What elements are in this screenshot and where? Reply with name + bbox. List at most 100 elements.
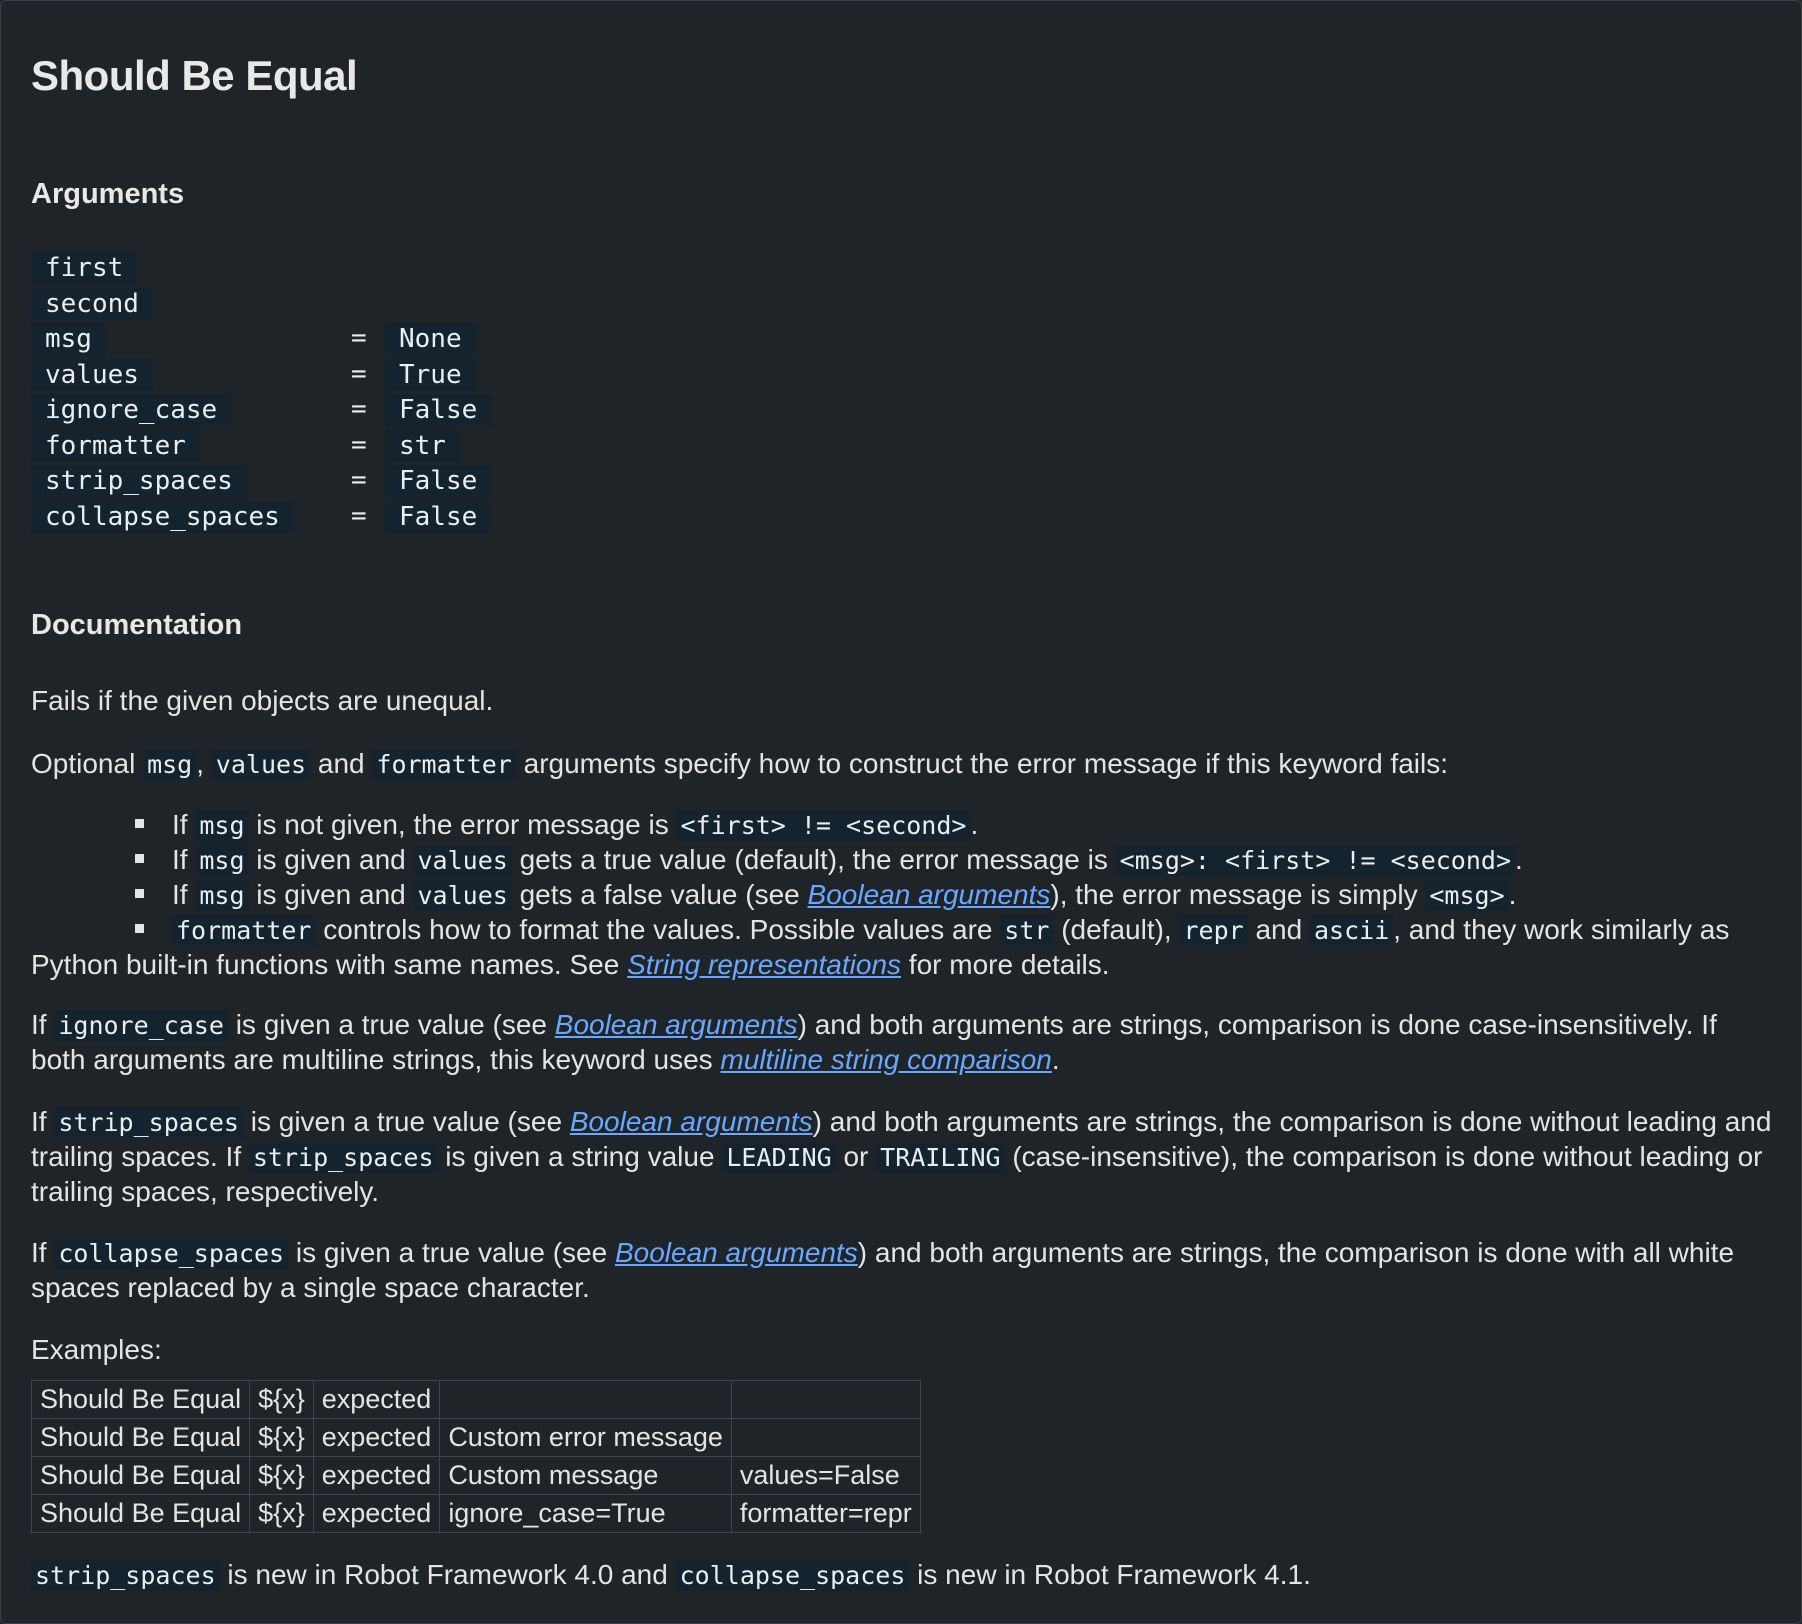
- string-representations-link[interactable]: String representations: [627, 949, 901, 980]
- argument-equals: =: [351, 500, 367, 531]
- argument-equals: =: [351, 394, 367, 424]
- text: and: [310, 748, 373, 779]
- list-item: If msg is given and values gets a true v…: [103, 843, 1802, 878]
- table-row: Should Be Equal ${x} expected ignore_cas…: [30, 1494, 921, 1533]
- code-strip-spaces: strip_spaces: [54, 1107, 243, 1138]
- table-cell: Should Be Equal: [30, 1494, 251, 1533]
- text: is given a true value (see: [227, 1009, 555, 1040]
- argument-name: first: [31, 252, 138, 284]
- text: is given and: [248, 879, 414, 910]
- argument-default: False: [385, 394, 492, 426]
- table-cell: [730, 1380, 921, 1419]
- table-cell: Should Be Equal: [30, 1456, 251, 1495]
- text: gets a false value (see: [511, 879, 808, 910]
- argument-name: values: [31, 358, 153, 391]
- bullet-marker: [135, 819, 144, 829]
- argument-name: strip_spaces: [31, 465, 247, 497]
- argument-equals: =: [351, 358, 367, 389]
- text: .: [970, 809, 979, 840]
- code-repr: repr: [1179, 915, 1248, 946]
- text: is given and: [248, 844, 414, 875]
- documentation-heading: Documentation: [31, 609, 243, 641]
- text: (default),: [1053, 914, 1180, 945]
- text: and: [1247, 914, 1310, 945]
- table-cell: Custom error message: [439, 1418, 732, 1457]
- table-cell: ${x}: [249, 1418, 314, 1457]
- table-cell: Should Be Equal: [30, 1418, 251, 1457]
- text: arguments specify how to construct the e…: [515, 748, 1449, 779]
- code-formatter: formatter: [372, 749, 516, 780]
- code-msg: msg: [195, 845, 249, 876]
- table-cell: expected: [312, 1418, 441, 1457]
- argument-default: str: [385, 429, 460, 462]
- doc-bullet-list: If msg is not given, the error message i…: [31, 808, 1802, 982]
- code-strip-spaces: strip_spaces: [31, 1560, 220, 1591]
- code-str: str: [1000, 915, 1054, 946]
- code-collapse-spaces: collapse_spaces: [675, 1560, 910, 1591]
- code-msg: msg: [143, 749, 197, 780]
- boolean-arguments-link[interactable]: Boolean arguments: [555, 1009, 798, 1040]
- text: gets a true value (default), the error m…: [511, 844, 1116, 875]
- argument-name: collapse_spaces: [31, 500, 294, 533]
- keyword-title: Should Be Equal: [31, 52, 358, 99]
- text: is given a true value (see: [288, 1237, 615, 1268]
- code-strip-spaces: strip_spaces: [248, 1142, 438, 1173]
- code-values: values: [413, 845, 512, 876]
- text: is new in Robot Framework 4.1.: [909, 1559, 1311, 1590]
- text: or: [835, 1141, 877, 1172]
- code-values: values: [211, 749, 311, 780]
- argument-name: second: [31, 287, 153, 320]
- text: ), the error message is simply: [1050, 879, 1426, 910]
- table-cell: formatter=repr: [730, 1494, 921, 1533]
- code-msg: msg: [195, 880, 249, 911]
- text: .: [1051, 1044, 1060, 1075]
- text: If: [31, 1106, 55, 1137]
- text: If: [31, 1237, 55, 1268]
- table-row: Should Be Equal ${x} expected: [30, 1380, 921, 1419]
- argument-equals: =: [351, 429, 367, 460]
- text: If: [172, 809, 196, 840]
- text: Optional: [31, 748, 144, 779]
- code-values: values: [413, 880, 512, 911]
- argument-name: ignore_case: [31, 394, 232, 426]
- multiline-string-comparison-link[interactable]: multiline string comparison: [720, 1044, 1051, 1075]
- bullet-marker: [135, 924, 144, 934]
- code-collapse-spaces: collapse_spaces: [54, 1238, 289, 1269]
- doc-footer-note: strip_spaces is new in Robot Framework 4…: [31, 1558, 1776, 1593]
- list-item: If msg is given and values gets a false …: [103, 878, 1802, 913]
- table-cell: expected: [312, 1494, 441, 1533]
- doc-paragraph-ignore-case: If ignore_case is given a true value (se…: [31, 1008, 1776, 1077]
- text: If: [31, 1009, 55, 1040]
- table-cell: ${x}: [249, 1380, 314, 1419]
- doc-paragraph-strip-spaces: If strip_spaces is given a true value (s…: [31, 1105, 1776, 1209]
- argument-name: msg: [31, 323, 106, 355]
- text: .: [1508, 879, 1517, 910]
- text: If: [172, 879, 196, 910]
- table-cell: expected: [312, 1380, 441, 1419]
- boolean-arguments-link[interactable]: Boolean arguments: [808, 879, 1051, 910]
- code-leading: LEADING: [722, 1142, 836, 1173]
- bullet-marker: [135, 854, 144, 864]
- code-message: <msg>: <first> != <second>: [1115, 845, 1516, 876]
- text: is given a true value (see: [242, 1106, 570, 1137]
- text: is given a string value: [437, 1141, 723, 1172]
- table-cell: Custom message: [439, 1456, 732, 1495]
- table-cell: [439, 1380, 732, 1419]
- examples-table: Should Be Equal ${x} expected Should Be …: [30, 1380, 921, 1533]
- argument-equals: =: [351, 465, 367, 495]
- argument-name: formatter: [31, 429, 200, 462]
- table-cell: Should Be Equal: [30, 1380, 251, 1419]
- table-cell: ${x}: [249, 1456, 314, 1495]
- code-message: <msg>: [1425, 880, 1509, 911]
- argument-default: None: [385, 323, 476, 355]
- code-trailing: TRAILING: [876, 1142, 1005, 1173]
- argument-default: False: [385, 500, 492, 533]
- code-formatter: formatter: [172, 915, 316, 946]
- table-cell: ignore_case=True: [439, 1494, 732, 1533]
- text: is not given, the error message is: [248, 809, 677, 840]
- table-row: Should Be Equal ${x} expected Custom err…: [30, 1418, 921, 1457]
- boolean-arguments-link[interactable]: Boolean arguments: [570, 1106, 813, 1137]
- boolean-arguments-link[interactable]: Boolean arguments: [615, 1237, 858, 1268]
- code-ascii: ascii: [1309, 915, 1394, 946]
- code-ignore-case: ignore_case: [54, 1010, 228, 1041]
